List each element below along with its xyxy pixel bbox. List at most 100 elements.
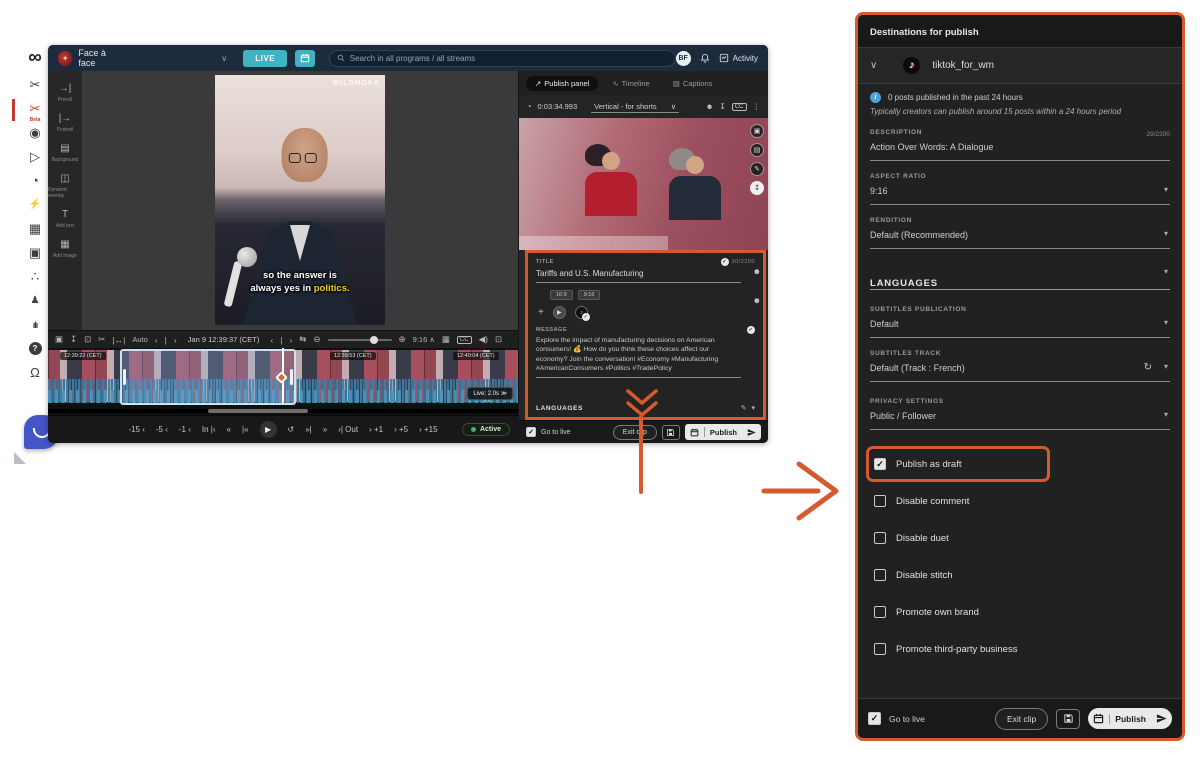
user-avatar[interactable]: BF [676, 51, 691, 66]
field-privacy-settings[interactable]: PRIVACY SETTINGS Public / Follower ▾ [858, 393, 1182, 430]
pan-icon[interactable]: ⇆ [299, 334, 306, 345]
rewind-button[interactable]: « [227, 425, 231, 434]
privacy-settings-select[interactable]: Public / Follower [870, 405, 1170, 430]
format-selector[interactable]: Vertical - for shorts∨ [591, 101, 679, 113]
aspect-ratio-select[interactable]: 9:16 [870, 180, 1170, 205]
loop-button[interactable]: ↺ [288, 425, 295, 434]
go-to-out-button[interactable]: ›| Out [338, 425, 358, 434]
refresh-icon[interactable]: ↻ [1144, 362, 1152, 373]
exit-clip-button[interactable]: Exit clip [613, 425, 657, 440]
step-back-icon[interactable]: ‹ [155, 335, 158, 345]
snapshot-icon[interactable]: ▣ [750, 124, 764, 138]
chevron-down-icon[interactable]: ▾ [1164, 362, 1168, 371]
field-subtitles-track[interactable]: SUBTITLES TRACK Default (Track : French)… [858, 345, 1182, 382]
more-options-icon[interactable]: ⋮ [753, 102, 761, 111]
add-text-tool[interactable]: TAdd text [56, 209, 74, 229]
edit-pencil-icon[interactable]: ✎ [741, 404, 747, 412]
live-broadcast-icon[interactable]: ◉ [22, 123, 48, 142]
fullscreen-icon[interactable]: ⊡ [495, 334, 502, 345]
timeline-scrollbar[interactable] [48, 409, 518, 413]
field-aspect-ratio[interactable]: ASPECT RATIO 9:16 ▾ [858, 168, 1182, 205]
active-status-badge[interactable]: Active [462, 423, 510, 436]
field-subtitles-publication[interactable]: SUBTITLES PUBLICATION Default ▾ [858, 301, 1182, 338]
program-selector[interactable]: ✦ Face à face ∨ [58, 48, 227, 68]
rendition-select[interactable]: Default (Recommended) [870, 224, 1170, 249]
publish-as-draft-checkbox[interactable]: ✓ [874, 458, 886, 470]
disable-stitch-option[interactable]: Disable stitch [874, 563, 1166, 587]
fit-width-icon[interactable]: |↔| [112, 335, 125, 345]
disable-stitch-checkbox[interactable] [874, 569, 886, 581]
vertical-video-preview[interactable]: WILDMOKA so the answer is always yes in … [215, 75, 385, 325]
disable-duet-checkbox[interactable] [874, 532, 886, 544]
go-to-live-checkbox[interactable]: ✓ [868, 712, 881, 725]
clip-tool-icon[interactable]: ✂ [22, 75, 48, 94]
prev-frame-button[interactable]: |« [242, 425, 249, 434]
quick-actions-icon[interactable]: ⚡ [22, 195, 48, 214]
share-icon[interactable]: ∴ [22, 267, 48, 286]
tab-publish-panel[interactable]: ↗Publish panel [526, 76, 598, 91]
collapse-chevron-icon[interactable]: ∨ [870, 60, 877, 71]
bell-icon[interactable] [700, 53, 710, 63]
snapshot-icon[interactable]: ▣ [55, 334, 63, 345]
help-icon[interactable]: ? [22, 339, 48, 358]
subtitles-publication-select[interactable]: Default [870, 313, 1170, 338]
message-input[interactable]: Explore the impact of manufacturing deci… [536, 336, 741, 378]
tab-captions[interactable]: ▤Captions [664, 76, 722, 91]
dynamic-overlay-tool[interactable]: ◫Dynamic overlay [48, 173, 82, 199]
grid-icon[interactable]: ▦ [442, 334, 450, 345]
edit-pencil-icon[interactable]: ✎ [750, 162, 764, 176]
chevron-down-icon[interactable]: ▾ [1164, 185, 1168, 194]
fast-forward-button[interactable]: » [323, 425, 327, 434]
exit-clip-button[interactable]: Exit clip [995, 708, 1048, 730]
publish-button-group[interactable]: Publish [1088, 708, 1172, 729]
activity-button[interactable]: Activity [719, 53, 758, 63]
ratio-chip[interactable]: 9:16 [578, 290, 601, 300]
add-image-tool[interactable]: ▦Add image [53, 239, 77, 259]
promote-third-party-checkbox[interactable] [874, 643, 886, 655]
search-input[interactable] [350, 54, 668, 63]
preroll-tool[interactable]: →|Preroll [58, 83, 72, 103]
download-icon[interactable]: ↧ [720, 102, 726, 111]
cut-icon[interactable]: ✂ [98, 334, 105, 345]
disable-comment-option[interactable]: Disable comment [874, 489, 1166, 513]
destination-toggle[interactable]: ▶ [553, 306, 566, 319]
crop-icon[interactable]: ⊡ [84, 334, 91, 345]
subtitles-cc-icon[interactable]: CC [732, 103, 747, 111]
history-icon[interactable]: ◔ [22, 171, 48, 190]
publish-button-group[interactable]: Publish [685, 424, 761, 440]
go-to-live-checkbox[interactable]: ✓ [526, 427, 536, 437]
title-input[interactable]: Tariffs and U.S. Manufacturing [536, 266, 741, 283]
subtitles-track-select[interactable]: Default (Track : French) [870, 357, 1170, 382]
ratio-chip[interactable]: 16:9 [550, 290, 573, 300]
face-track-icon[interactable]: ☻ [753, 267, 761, 276]
add-destination-button[interactable]: + [538, 307, 544, 318]
image-icon[interactable]: ▤ [750, 143, 764, 157]
zoom-out-icon[interactable]: ⊖ [313, 334, 320, 345]
destination-toggle-tiktok[interactable]: ♪✓ [575, 306, 588, 319]
ratio-selector[interactable]: 9:16 ∧ [413, 335, 435, 344]
go-to-in-button[interactable]: In |‹ [202, 425, 216, 434]
search-bar[interactable] [329, 50, 676, 67]
skip-back-15-button[interactable]: -15 ‹ [128, 425, 144, 434]
description-input[interactable]: Action Over Words: A Dialogue [870, 136, 1170, 161]
schedule-publish-button[interactable] [1088, 708, 1109, 729]
disable-comment-checkbox[interactable] [874, 495, 886, 507]
next-frame-button[interactable]: »| [305, 425, 312, 434]
field-rendition[interactable]: RENDITION Default (Recommended) ▾ [858, 212, 1182, 249]
stats-icon[interactable]: ılı [22, 315, 48, 334]
clip-beta-tool-icon[interactable]: ✂Beta [22, 99, 48, 118]
publish-button[interactable]: Publish [705, 428, 742, 437]
step-fwd-icon[interactable]: › [289, 335, 292, 345]
zoom-slider-knob[interactable] [370, 336, 378, 344]
save-draft-button[interactable] [662, 425, 680, 440]
languages-row[interactable]: LANGUAGES ✎▾ [536, 400, 755, 413]
ideas-bulb-icon[interactable]: Ω [22, 363, 48, 382]
play-button[interactable]: ▶ [260, 421, 277, 438]
chevron-down-icon[interactable]: ▾ [1164, 410, 1168, 419]
skip-back-5-button[interactable]: -5 ‹ [156, 425, 168, 434]
skip-back-1-button[interactable]: -1 ‹ [179, 425, 191, 434]
promote-third-party-option[interactable]: Promote third-party business [874, 637, 1166, 661]
download-icon[interactable]: ↧ [750, 181, 764, 195]
skip-fwd-1-button[interactable]: › +1 [369, 425, 383, 434]
clip-selection-region[interactable] [120, 349, 296, 405]
